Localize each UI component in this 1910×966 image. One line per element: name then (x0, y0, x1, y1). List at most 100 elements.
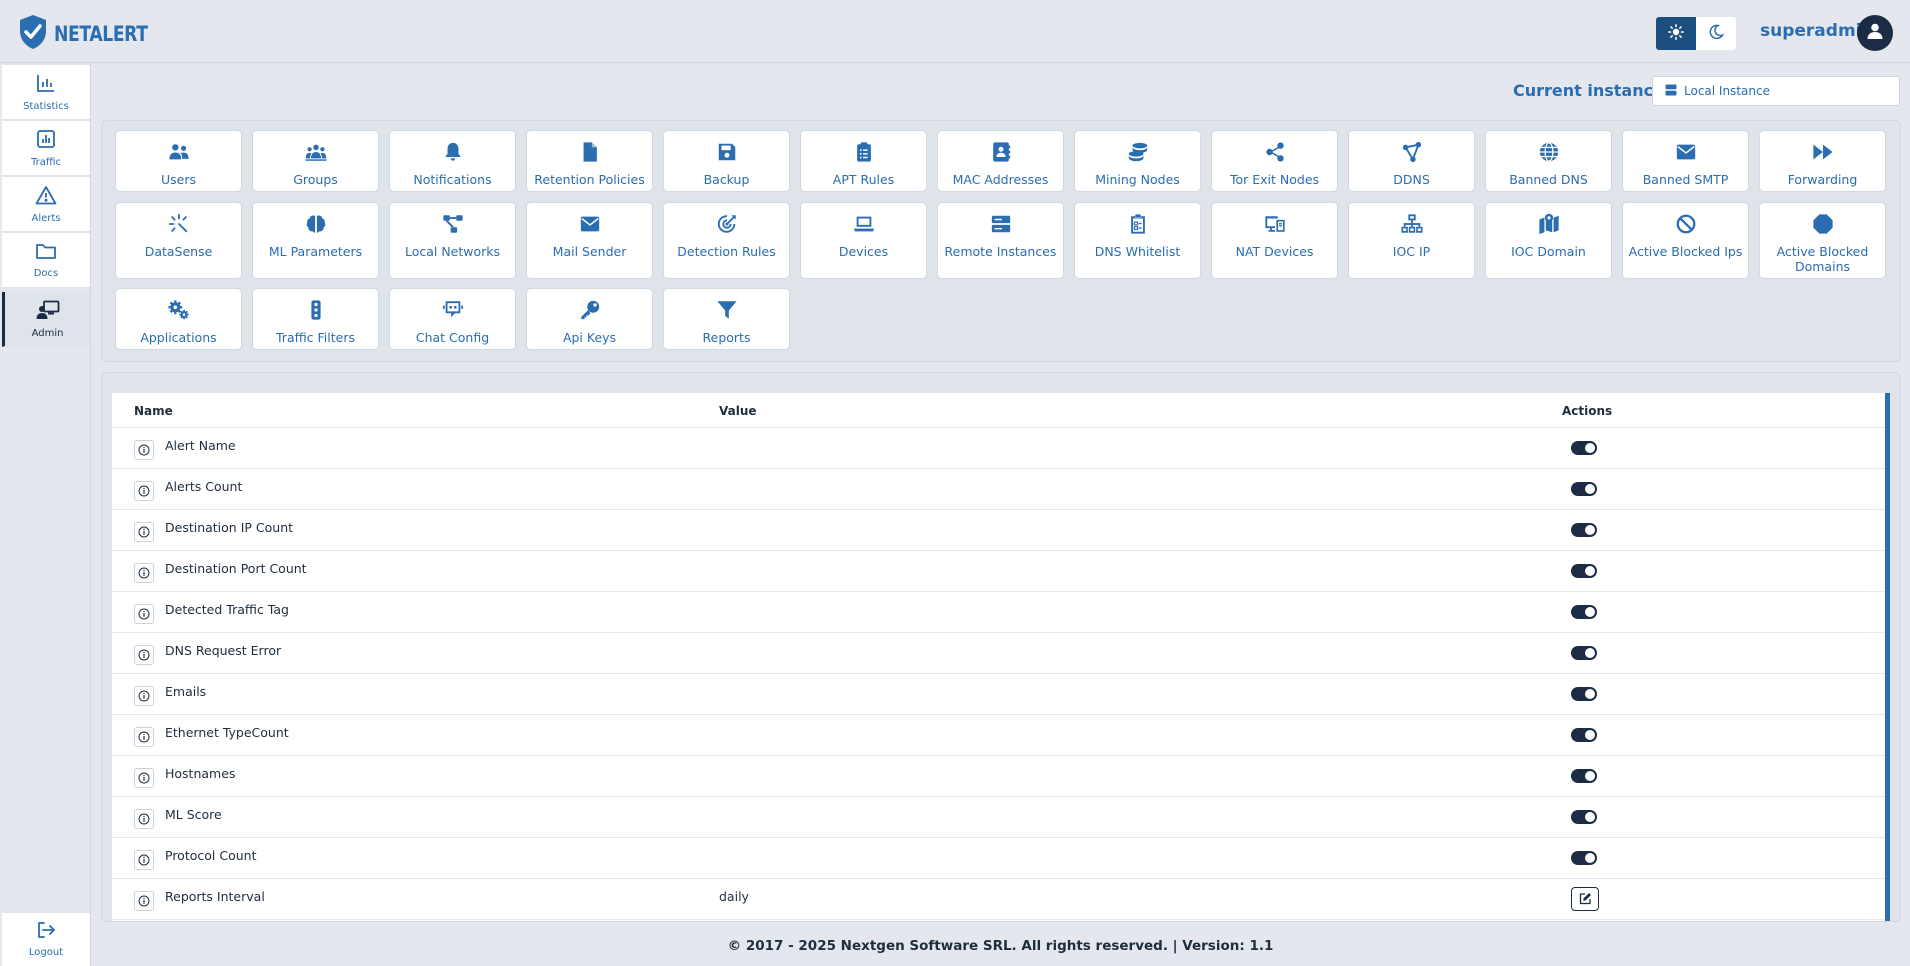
sidebar-label: Admin (31, 327, 64, 339)
sidebar-item-statistics[interactable]: Statistics (2, 65, 90, 120)
tile-groups[interactable]: Groups (252, 130, 379, 192)
info-icon[interactable] (134, 850, 154, 870)
instance-select[interactable]: Local Instance (1652, 76, 1900, 106)
sidebar-item-alerts[interactable]: Alerts (2, 177, 90, 232)
enable-toggle[interactable] (1571, 441, 1597, 455)
dark-mode-button[interactable] (1696, 17, 1736, 50)
tile-api-keys[interactable]: Api Keys (526, 288, 653, 350)
theme-toggle[interactable] (1656, 17, 1736, 50)
tile-label: DataSense (144, 244, 213, 259)
tile-mining-nodes[interactable]: Mining Nodes (1074, 130, 1201, 192)
shield-check-icon (18, 14, 48, 54)
edit-button[interactable] (1571, 887, 1599, 911)
tile-dns-whitelist[interactable]: DNS Whitelist (1074, 202, 1201, 279)
tile-banned-dns[interactable]: Banned DNS (1485, 130, 1612, 192)
sidebar-item-docs[interactable]: Docs (2, 233, 90, 288)
tile-backup[interactable]: Backup (663, 130, 790, 192)
tile-retention-policies[interactable]: Retention Policies (526, 130, 653, 192)
enable-toggle[interactable] (1571, 605, 1597, 619)
logout-button[interactable]: Logout (2, 913, 90, 966)
tile-active-blocked-ips[interactable]: Active Blocked Ips (1622, 202, 1749, 279)
row-name: Emails (165, 684, 207, 699)
settings-table: Name Value Actions Alert Name Alerts Cou… (112, 393, 1890, 921)
enable-toggle[interactable] (1571, 851, 1597, 865)
footer: © 2017 - 2025 Nextgen Software SRL. All … (91, 925, 1910, 966)
tile-ioc-ip[interactable]: IOC IP (1348, 202, 1475, 279)
moon-icon (1708, 24, 1725, 44)
sidebar-item-traffic[interactable]: Traffic (2, 121, 90, 176)
file-icon (579, 141, 601, 167)
tile-apt-rules[interactable]: APT Rules (800, 130, 927, 192)
current-instance-label: Current instance: (1513, 81, 1671, 100)
tile-users[interactable]: Users (115, 130, 242, 192)
row-name: Alerts Count (165, 479, 243, 494)
sidebar-item-admin[interactable]: Admin (2, 292, 90, 347)
brain-icon (305, 213, 327, 239)
app-logo[interactable]: NETALERT (18, 14, 168, 54)
enable-toggle[interactable] (1571, 482, 1597, 496)
table-row: Protocol Count (112, 838, 1885, 879)
tile-applications[interactable]: Applications (115, 288, 242, 350)
tile-label: Retention Policies (534, 172, 645, 187)
enable-toggle[interactable] (1571, 810, 1597, 824)
ban-icon (1675, 213, 1697, 239)
enable-toggle[interactable] (1571, 728, 1597, 742)
tile-local-networks[interactable]: Local Networks (389, 202, 516, 279)
enable-toggle[interactable] (1571, 687, 1597, 701)
tile-label: Forwarding (1787, 172, 1858, 187)
tile-label: Traffic Filters (276, 330, 355, 345)
tile-mac-addresses[interactable]: MAC Addresses (937, 130, 1064, 192)
table-row: Hostnames (112, 756, 1885, 797)
robot-chat-icon (442, 299, 464, 325)
tile-traffic-filters[interactable]: Traffic Filters (252, 288, 379, 350)
tile-mail-sender[interactable]: Mail Sender (526, 202, 653, 279)
sidebar-label: Docs (33, 267, 59, 279)
tile-ioc-domain[interactable]: IOC Domain (1485, 202, 1612, 279)
info-icon[interactable] (134, 440, 154, 460)
tile-devices[interactable]: Devices (800, 202, 927, 279)
info-icon[interactable] (134, 645, 154, 665)
info-icon[interactable] (134, 727, 154, 747)
enable-toggle[interactable] (1571, 769, 1597, 783)
info-icon[interactable] (134, 481, 154, 501)
info-icon[interactable] (134, 809, 154, 829)
tile-tor-exit-nodes[interactable]: Tor Exit Nodes (1211, 130, 1338, 192)
tile-label: Mail Sender (552, 244, 627, 259)
tile-label: DNS Whitelist (1094, 244, 1181, 259)
light-mode-button[interactable] (1656, 17, 1696, 50)
tile-active-blocked-domains[interactable]: Active Blocked Domains (1759, 202, 1886, 279)
share-nodes-icon (1264, 141, 1286, 167)
tile-banned-smtp[interactable]: Banned SMTP (1622, 130, 1749, 192)
tile-remote-instances[interactable]: Remote Instances (937, 202, 1064, 279)
envelope-icon (579, 213, 601, 239)
info-icon[interactable] (134, 686, 154, 706)
enable-toggle[interactable] (1571, 564, 1597, 578)
logout-label: Logout (28, 947, 64, 958)
computer-icon (1264, 213, 1286, 239)
server-icon (990, 213, 1012, 239)
info-icon[interactable] (134, 604, 154, 624)
tile-reports[interactable]: Reports (663, 288, 790, 350)
user-avatar[interactable] (1857, 15, 1893, 51)
tile-notifications[interactable]: Notifications (389, 130, 516, 192)
sidebar: Statistics Traffic Alerts Docs Admin Log… (0, 63, 91, 966)
info-icon[interactable] (134, 768, 154, 788)
tile-ml-parameters[interactable]: ML Parameters (252, 202, 379, 279)
filter-icon (716, 299, 738, 325)
tile-ddns[interactable]: DDNS (1348, 130, 1475, 192)
groups-icon (304, 141, 327, 167)
tile-datasense[interactable]: DataSense (115, 202, 242, 279)
info-icon[interactable] (134, 563, 154, 583)
tile-nat-devices[interactable]: NAT Devices (1211, 202, 1338, 279)
enable-toggle[interactable] (1571, 646, 1597, 660)
enable-toggle[interactable] (1571, 523, 1597, 537)
tile-forwarding[interactable]: Forwarding (1759, 130, 1886, 192)
info-icon[interactable] (134, 522, 154, 542)
table-row: Destination IP Count (112, 510, 1885, 551)
table-scrollbar[interactable] (1885, 393, 1890, 921)
tile-chat-config[interactable]: Chat Config (389, 288, 516, 350)
logo-text: NETALERT (54, 22, 148, 46)
instance-select-value: Local Instance (1684, 84, 1770, 98)
tile-detection-rules[interactable]: Detection Rules (663, 202, 790, 279)
info-icon[interactable] (134, 891, 154, 911)
